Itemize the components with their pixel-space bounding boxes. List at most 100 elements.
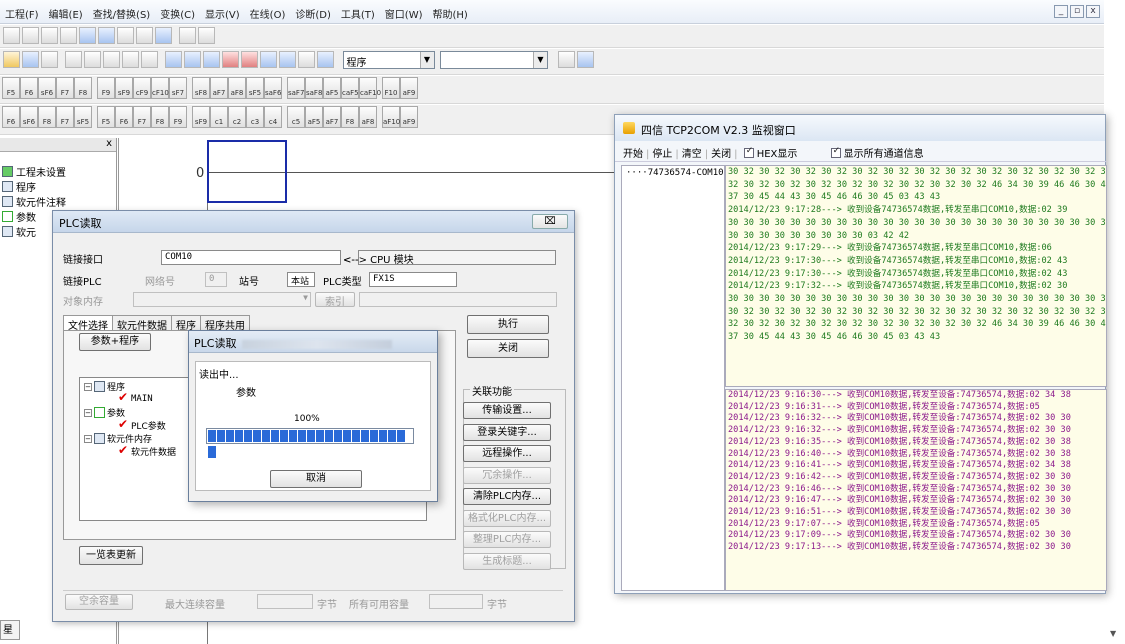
dialog-title-bar[interactable]: PLC读取 bbox=[53, 211, 574, 233]
stop-button[interactable]: 停止 bbox=[652, 149, 672, 160]
tree-node-main[interactable]: MAIN bbox=[118, 390, 153, 404]
ladder-symbol-button[interactable]: F6 bbox=[115, 106, 133, 128]
device-list[interactable]: ····74736574-COM10 bbox=[621, 165, 725, 591]
checkbox-checked-icon[interactable] bbox=[118, 417, 129, 431]
toolbar-button[interactable] bbox=[117, 27, 134, 44]
toolbar-button[interactable] bbox=[41, 27, 58, 44]
program-select[interactable]: 程序 ▼ bbox=[342, 51, 435, 69]
menu-convert[interactable]: 变换(C) bbox=[155, 0, 200, 24]
redo-icon[interactable] bbox=[141, 51, 158, 68]
ladder-symbol-button[interactable]: F10 bbox=[382, 77, 400, 99]
toolbar-button[interactable] bbox=[79, 27, 96, 44]
open-icon[interactable] bbox=[3, 51, 20, 68]
ladder-symbol-button[interactable]: aF10 bbox=[382, 106, 400, 128]
related-function-button[interactable]: 冗余操作... bbox=[463, 466, 551, 484]
ladder-symbol-button[interactable]: c5 bbox=[287, 106, 305, 128]
index-button[interactable]: 索引 bbox=[315, 292, 355, 308]
ladder-symbol-button[interactable]: F5 bbox=[97, 106, 115, 128]
monitor-icon[interactable] bbox=[317, 51, 334, 68]
related-function-button[interactable]: 清除PLC内存... bbox=[463, 488, 551, 505]
close-monitor-button[interactable]: 关闭 bbox=[711, 149, 731, 160]
execute-button[interactable]: 执行 bbox=[467, 315, 549, 334]
toolbar-button[interactable] bbox=[60, 27, 77, 44]
collapse-icon[interactable]: − bbox=[84, 408, 92, 417]
ladder-symbol-button[interactable]: c2 bbox=[228, 106, 246, 128]
ladder-symbol-button[interactable]: F5 bbox=[2, 77, 20, 99]
paste-icon[interactable] bbox=[103, 51, 120, 68]
ladder-symbol-button[interactable]: saF8 bbox=[305, 77, 323, 99]
ladder-symbol-button[interactable]: F8 bbox=[151, 106, 169, 128]
monitor-icon[interactable] bbox=[298, 51, 315, 68]
search-icon[interactable] bbox=[203, 51, 220, 68]
tree-item-project[interactable]: 工程未设置 bbox=[0, 164, 116, 179]
ladder-symbol-button[interactable]: F8 bbox=[74, 77, 92, 99]
close-dialog-button[interactable]: 关闭 bbox=[467, 339, 549, 358]
menu-project[interactable]: 工程(F) bbox=[0, 0, 44, 24]
toolbar-button[interactable] bbox=[576, 51, 594, 68]
ladder-symbol-button[interactable]: sF6 bbox=[38, 77, 56, 99]
tree-item-device-comment[interactable]: 软元件注释 bbox=[0, 194, 116, 209]
start-button[interactable]: 开始 bbox=[623, 149, 643, 160]
cancel-button[interactable]: 取消 bbox=[270, 470, 362, 488]
ladder-symbol-button[interactable]: sF9 bbox=[115, 77, 133, 99]
ladder-symbol-button[interactable]: aF5 bbox=[323, 77, 341, 99]
menu-tools[interactable]: 工具(T) bbox=[336, 0, 380, 24]
show-all-channels-checkbox[interactable] bbox=[830, 146, 841, 158]
ladder-symbol-button[interactable]: c4 bbox=[264, 106, 282, 128]
ladder-symbol-button[interactable]: F6 bbox=[20, 77, 38, 99]
ladder-symbol-button[interactable]: F9 bbox=[169, 106, 187, 128]
ladder-symbol-button[interactable]: aF7 bbox=[210, 77, 228, 99]
restore-button[interactable]: ▫ bbox=[1070, 5, 1084, 18]
close-button[interactable]: x bbox=[1086, 5, 1100, 18]
search-icon[interactable] bbox=[165, 51, 182, 68]
ladder-symbol-button[interactable]: sF5 bbox=[246, 77, 264, 99]
ladder-symbol-button[interactable]: aF9 bbox=[400, 106, 418, 128]
related-function-button[interactable]: 格式化PLC内存... bbox=[463, 509, 551, 527]
bottom-tab[interactable]: 星 bbox=[0, 620, 20, 640]
list-update-button[interactable]: 一览表更新 bbox=[79, 546, 143, 565]
save-icon[interactable] bbox=[22, 51, 39, 68]
search-icon[interactable] bbox=[184, 51, 201, 68]
ladder-symbol-button[interactable]: F8 bbox=[341, 106, 359, 128]
ladder-symbol-button[interactable]: c1 bbox=[210, 106, 228, 128]
toolbar-button[interactable] bbox=[557, 51, 575, 68]
cut-icon[interactable] bbox=[65, 51, 82, 68]
toolbar-button[interactable] bbox=[98, 27, 115, 44]
menu-help[interactable]: 帮助(H) bbox=[428, 0, 473, 24]
ladder-symbol-button[interactable]: cF9 bbox=[133, 77, 151, 99]
toolbar-button[interactable] bbox=[198, 27, 215, 44]
ladder-symbol-button[interactable]: caF10 bbox=[359, 77, 381, 99]
menu-find-replace[interactable]: 查找/替换(S) bbox=[88, 0, 156, 24]
collapse-icon[interactable]: − bbox=[84, 434, 92, 443]
checkbox-checked-icon[interactable] bbox=[118, 443, 129, 457]
copy-icon[interactable] bbox=[84, 51, 101, 68]
ladder-symbol-button[interactable]: cF10 bbox=[151, 77, 169, 99]
ladder-symbol-button[interactable]: sF5 bbox=[74, 106, 92, 128]
ladder-symbol-button[interactable]: sF8 bbox=[192, 77, 210, 99]
related-function-button[interactable]: 远程操作... bbox=[463, 445, 551, 462]
hex-display-checkbox[interactable] bbox=[743, 146, 754, 158]
progress-title-bar[interactable]: PLC读取 bbox=[189, 331, 437, 353]
ladder-symbol-button[interactable]: aF5 bbox=[305, 106, 323, 128]
device-icon[interactable] bbox=[241, 51, 258, 68]
menu-window[interactable]: 窗口(W) bbox=[380, 0, 428, 24]
menu-view[interactable]: 显示(V) bbox=[200, 0, 245, 24]
tcp2com-title-bar[interactable]: 四信 TCP2COM V2.3 监视窗口 bbox=[615, 115, 1105, 141]
close-icon[interactable]: x bbox=[106, 138, 112, 149]
ladder-symbol-button[interactable]: aF8 bbox=[228, 77, 246, 99]
collapse-icon[interactable]: − bbox=[84, 382, 92, 391]
scroll-down-arrow-icon[interactable]: ▼ bbox=[1110, 629, 1116, 638]
ladder-symbol-button[interactable]: F9 bbox=[97, 77, 115, 99]
device-icon[interactable] bbox=[222, 51, 239, 68]
toolbar-button[interactable] bbox=[22, 27, 39, 44]
ladder-symbol-button[interactable]: aF8 bbox=[359, 106, 377, 128]
zoom-icon[interactable] bbox=[279, 51, 296, 68]
ladder-symbol-button[interactable]: F7 bbox=[56, 106, 74, 128]
ladder-symbol-button[interactable]: saF7 bbox=[287, 77, 305, 99]
print-icon[interactable] bbox=[41, 51, 58, 68]
ladder-symbol-button[interactable]: F7 bbox=[133, 106, 151, 128]
ladder-symbol-button[interactable]: c3 bbox=[246, 106, 264, 128]
toolbar-button[interactable] bbox=[155, 27, 172, 44]
toolbar-button[interactable] bbox=[179, 27, 196, 44]
free-capacity-button[interactable]: 空余容量 bbox=[65, 594, 133, 610]
